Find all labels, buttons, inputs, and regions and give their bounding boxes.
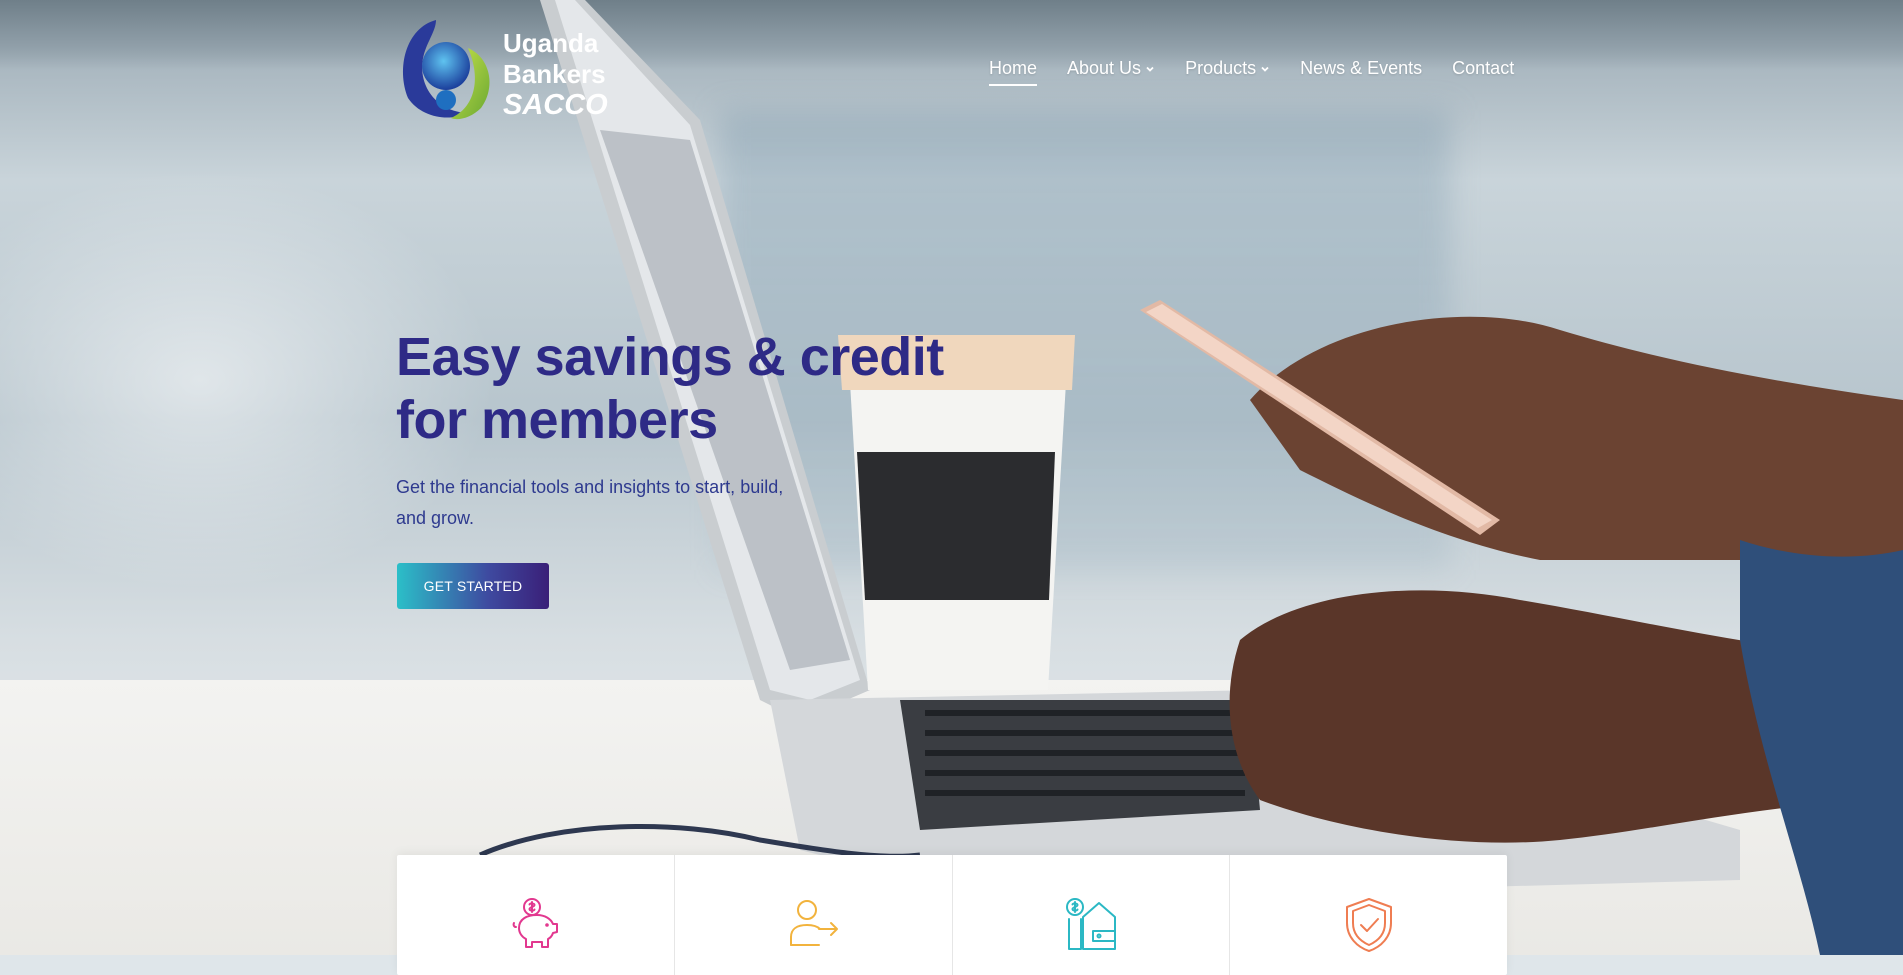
nav-item-home[interactable]: Home	[989, 58, 1038, 86]
nav-label-about-us: About Us	[1067, 58, 1142, 78]
brand-logo[interactable]: Uganda Bankers SACCO	[396, 18, 616, 122]
shield-check-icon	[1345, 898, 1392, 952]
logo-emblem-icon	[403, 20, 490, 120]
nav-label-products: Products	[1185, 58, 1257, 78]
hero-subtext-line-2: and grow.	[396, 508, 475, 528]
hero-headline-line-1: Easy savings & credit	[396, 327, 944, 387]
brand-line-1: Uganda	[503, 28, 599, 58]
wallet-house-icon	[1065, 898, 1116, 950]
hero-photo	[478, 0, 1903, 955]
hero-subtext-line-1: Get the financial tools and insights to …	[396, 477, 784, 497]
main-navigation: Home About Us Products News & Events Con…	[989, 58, 1514, 86]
hero-headline-line-2: for members	[396, 390, 718, 450]
nav-label-contact: Contact	[1452, 58, 1515, 78]
get-started-button[interactable]: GET STARTED	[397, 563, 549, 609]
user-transfer-icon	[790, 900, 839, 946]
feature-card-insurance[interactable]	[1230, 855, 1507, 975]
piggy-bank-icon	[512, 898, 559, 948]
brand-line-2: Bankers	[503, 59, 606, 89]
feature-card-membership[interactable]	[675, 855, 953, 975]
feature-card-loans[interactable]	[953, 855, 1231, 975]
nav-item-about-us[interactable]: About Us	[1067, 58, 1155, 79]
nav-item-news-events[interactable]: News & Events	[1300, 58, 1422, 79]
nav-label-news-events: News & Events	[1300, 58, 1423, 78]
hero-background	[0, 0, 1903, 955]
hero-headline: Easy savings & credit for members	[396, 326, 996, 452]
brand-line-3: SACCO	[503, 89, 608, 121]
feature-card-savings[interactable]	[397, 855, 675, 975]
hero-subtext: Get the financial tools and insights to …	[396, 472, 816, 534]
brand-name: Uganda Bankers SACCO	[503, 28, 608, 121]
nav-item-products[interactable]: Products	[1185, 58, 1270, 79]
feature-cards	[397, 855, 1507, 975]
nav-label-home: Home	[989, 58, 1038, 78]
nav-item-contact[interactable]: Contact	[1452, 58, 1514, 79]
chevron-down-icon	[1146, 66, 1154, 72]
chevron-down-icon	[1261, 66, 1269, 72]
